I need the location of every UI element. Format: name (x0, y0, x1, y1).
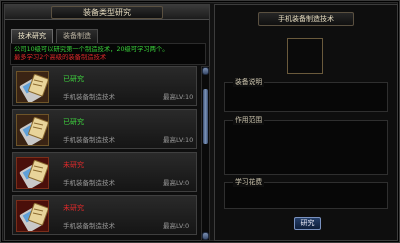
info-box: 公司10级可以研究第一个制造技术，20级可学习两个。 最多学习2个高级的装备制造… (10, 43, 206, 65)
item-status: 未研究 (63, 161, 84, 169)
phone-tech-icon (16, 114, 49, 146)
phone-tech-icon (16, 71, 49, 103)
tech-list-item[interactable]: 已研究 手机装备制造技术 最高LV:10 (12, 66, 197, 106)
research-window: 装备类型研究 技术研究 装备制造 公司10级可以研究第一个制造技术，20级可学习… (0, 0, 400, 243)
item-name: 手机装备制造技术 (63, 136, 115, 144)
scroll-up-button[interactable] (202, 67, 209, 75)
item-level: 最高LV:0 (163, 179, 190, 187)
info-line-2: 最多学习2个高级的装备制造技术 (14, 54, 107, 61)
item-level: 最高LV:10 (163, 136, 194, 144)
item-status: 已研究 (63, 118, 84, 126)
window-header: 装备类型研究 (5, 5, 209, 20)
item-level: 最高LV:10 (163, 93, 194, 101)
info-line-1: 公司10级可以研究第一个制造技术，20级可学习两个。 (14, 46, 169, 53)
tech-list-item[interactable]: 已研究 手机装备制造技术 最高LV:10 (12, 109, 197, 149)
list-scrollbar[interactable] (201, 66, 210, 241)
section-scope-label: 作用范围 (233, 116, 265, 125)
item-name: 手机装备制造技术 (63, 93, 115, 101)
item-status: 未研究 (63, 204, 84, 212)
tech-preview-slot (287, 38, 323, 74)
phone-tech-icon (16, 200, 49, 232)
scroll-down-button[interactable] (202, 232, 209, 240)
tech-detail-panel: 手机装备制造技术 装备说明 作用范围 学习花费 研究 (214, 4, 398, 241)
section-scope: 作用范围 (224, 116, 388, 175)
item-status: 已研究 (63, 75, 84, 83)
item-level: 最高LV:0 (163, 222, 190, 230)
section-description: 装备说明 (224, 78, 388, 112)
tab-bar: 技术研究 装备制造 (11, 29, 98, 43)
detail-title: 手机装备制造技术 (258, 12, 354, 26)
scroll-thumb[interactable] (203, 89, 208, 144)
tech-list-item[interactable]: 未研究 手机装备制造技术 最高LV:0 (12, 195, 197, 235)
tab-equipment-craft[interactable]: 装备制造 (56, 29, 98, 43)
tech-list: 已研究 手机装备制造技术 最高LV:10 已研究 手机装备制造技术 最高LV:1… (12, 66, 197, 241)
section-cost-label: 学习花费 (233, 178, 265, 187)
item-name: 手机装备制造技术 (63, 222, 115, 230)
tab-tech-research[interactable]: 技术研究 (11, 29, 53, 43)
item-name: 手机装备制造技术 (63, 179, 115, 187)
window-title: 装备类型研究 (51, 6, 163, 19)
section-description-label: 装备说明 (233, 78, 265, 87)
research-button[interactable]: 研究 (294, 217, 321, 230)
tech-list-panel: 装备类型研究 技术研究 装备制造 公司10级可以研究第一个制造技术，20级可学习… (4, 4, 210, 241)
phone-tech-icon (16, 157, 49, 189)
tech-list-item[interactable]: 未研究 手机装备制造技术 最高LV:0 (12, 152, 197, 192)
section-cost: 学习花费 (224, 178, 388, 209)
